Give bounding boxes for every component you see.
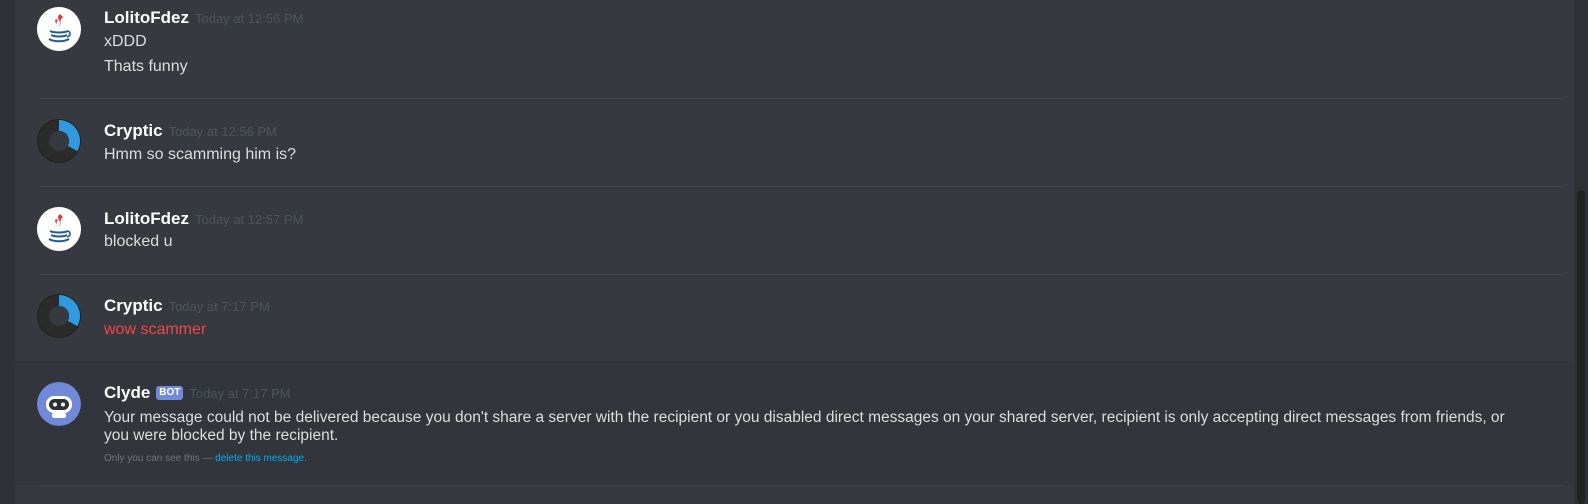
message-group[interactable]: LolitoFdez Today at 12:57 PM blocked u	[15, 187, 1574, 274]
dm-chat-window: LolitoFdez Today at 12:56 PM xDDD Thats f…	[0, 0, 1588, 504]
message-group[interactable]: Cryptic Today at 7:17 PM wow scammer	[15, 275, 1574, 361]
ephemeral-notice-text: Only you can see this —	[104, 453, 216, 464]
username[interactable]: Clyde	[104, 383, 150, 402]
java-logo-icon[interactable]	[37, 7, 81, 51]
message-text: Thats funny	[104, 58, 188, 75]
failed-message-text: wow scammer	[104, 321, 207, 338]
message-group-clyde[interactable]: Clyde BOT Today at 7:17 PM Your message co…	[15, 361, 1574, 485]
ring-avatar-icon[interactable]	[37, 294, 81, 338]
username[interactable]: Cryptic	[104, 121, 163, 140]
ephemeral-notice: Only you can see this — delete this mess…	[104, 453, 307, 464]
java-logo-icon[interactable]	[37, 207, 81, 251]
timestamp: Today at 7:17 PM	[168, 299, 270, 314]
username[interactable]: Cryptic	[104, 296, 163, 315]
robot-avatar-icon[interactable]	[37, 382, 81, 426]
message-group[interactable]: LolitoFdez Today at 12:56 PM xDDD Thats f…	[15, 0, 1574, 98]
message-text: Hmm so scamming him is?	[104, 146, 297, 163]
timestamp: Today at 7:17 PM	[189, 386, 291, 401]
message-text: blocked u	[104, 233, 173, 250]
ephemeral-notice-suffix: .	[304, 453, 307, 464]
message-list[interactable]: LolitoFdez Today at 12:56 PM xDDD Thats f…	[15, 0, 1574, 504]
timestamp: Today at 12:56 PM	[168, 124, 277, 139]
username[interactable]: LolitoFdez	[104, 209, 189, 228]
bot-badge: BOT	[156, 386, 184, 400]
timestamp: Today at 12:57 PM	[194, 212, 304, 227]
message-divider	[40, 485, 1563, 486]
message-group[interactable]: Cryptic Today at 12:56 PM Hmm so scamming…	[15, 99, 1574, 186]
left-panel-edge	[0, 0, 15, 504]
message-text: xDDD	[104, 33, 147, 50]
timestamp: Today at 12:56 PM	[194, 11, 304, 26]
scrollbar-thumb[interactable]	[1577, 190, 1585, 504]
delete-message-link[interactable]: delete this message	[215, 453, 304, 464]
ring-avatar-icon[interactable]	[37, 119, 81, 163]
message-text: Your message could not be delivered beca…	[104, 409, 1505, 444]
username[interactable]: LolitoFdez	[104, 8, 189, 27]
scrollbar-track[interactable]	[1574, 0, 1588, 504]
